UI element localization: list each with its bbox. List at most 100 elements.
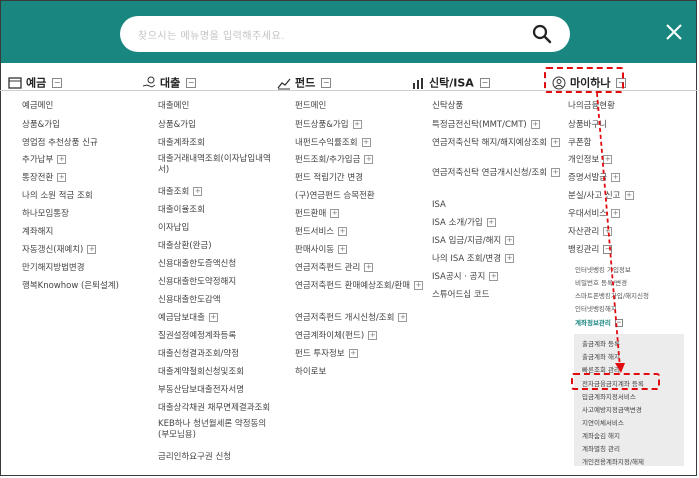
submenu-item[interactable]: 인터넷뱅킹해지 [575,303,617,313]
list-item[interactable]: 스튜어드십 코드 [432,290,489,301]
list-item[interactable]: 나의 ISA 조회/변경 + [432,254,515,265]
list-item[interactable]: 하나모임통장 [22,209,69,220]
expand-icon[interactable]: + [364,263,374,272]
expand-icon[interactable]: + [57,173,67,182]
expand-icon[interactable]: + [87,245,97,254]
submenu-item[interactable]: 스마트폰뱅킹가입/해지신청 [575,290,649,300]
expand-icon[interactable]: + [330,209,340,218]
expand-icon[interactable]: + [398,313,408,322]
search-input[interactable]: 찾으시는 메뉴명을 입력해주세요. [120,16,570,52]
expand-icon[interactable]: + [348,349,358,358]
list-item[interactable]: 대출거래내역조회(이자납입내역서) [158,154,276,176]
expand-icon[interactable]: + [603,155,613,164]
list-item[interactable]: 하이로보 [295,367,326,378]
list-item[interactable]: 펀드환매 + [295,209,340,220]
list-item[interactable]: 내펀드수익률조회 + [295,138,371,149]
expand-icon[interactable]: + [603,227,613,236]
expand-icon[interactable]: + [486,218,496,227]
list-item[interactable]: 분실/사고 신고 + [568,191,634,202]
list-item[interactable]: 대출메인 [158,101,189,112]
list-item[interactable]: 나의 소원 적금 조회 [22,191,93,202]
list-item[interactable]: 상품바구니 [568,120,607,131]
expand-icon[interactable]: + [208,313,218,322]
list-item[interactable]: 나의금융현황 [568,101,615,112]
list-item[interactable]: 대출상각채권 채무면제결과조회 [158,403,270,414]
expand-icon[interactable]: + [352,120,362,129]
list-item[interactable]: 상품&가입 [22,120,60,131]
deposit-header[interactable]: 예금 − [8,72,63,90]
list-item[interactable]: 연금저축펀드 환매예상조회/환매 + [295,281,424,292]
list-item[interactable]: 예금담보대출 + [158,313,218,324]
list-item[interactable]: 예금메인 [22,101,53,112]
submenu-item[interactable]: 인터넷뱅킹 가입정보 [575,264,631,274]
expand-icon[interactable]: + [338,227,348,236]
submenu-item[interactable]: 출금계좌 등록 [582,338,620,348]
list-item[interactable]: 대출조회 + [158,187,203,198]
expand-icon[interactable]: + [57,155,67,164]
list-item[interactable]: 대출이율조회 [158,205,205,216]
expand-icon[interactable]: + [530,120,540,129]
list-item[interactable]: 펀드조회/추가입금 + [295,155,374,166]
list-item[interactable]: 펀드상품&가입 + [295,120,362,131]
list-item[interactable]: ISA [432,200,446,211]
collapse-icon[interactable]: − [186,77,197,88]
list-item[interactable]: 자동갱신(재예치) + [22,245,97,256]
expand-icon[interactable]: + [611,173,621,182]
list-item[interactable]: 만기해지방법변경 [22,263,85,274]
submenu-item[interactable]: 계좌별칭 관리 [582,443,620,453]
list-item[interactable]: 펀드메인 [295,101,326,112]
list-item[interactable]: 증명서발급 + [568,173,621,184]
collapse-icon[interactable]: − [614,319,623,327]
submenu-item[interactable]: 사고예방지정금액변경 [582,404,642,414]
expand-icon[interactable]: + [193,187,203,196]
expand-icon[interactable]: + [611,209,621,218]
collapse-icon[interactable]: − [321,77,332,88]
list-item[interactable]: 개인정보 + [568,155,613,166]
list-item[interactable]: 자산관리 + [568,227,613,238]
list-item[interactable]: 펀드서비스 + [295,227,348,238]
expand-icon[interactable]: + [368,331,378,340]
list-item[interactable]: 금리인하요구권 신청 [158,452,231,463]
list-item[interactable]: 대출계좌조회 [158,138,205,149]
submenu-item[interactable]: 개인전용계좌지정/해제 [582,456,644,466]
submenu-item[interactable]: 계좌숨김 해지 [582,430,620,440]
list-item[interactable]: 신용대출한도감액 [158,295,221,306]
list-item[interactable]: 이자납입 [158,223,189,234]
list-item[interactable]: ISA 소개/가입 + [432,218,496,229]
list-item[interactable]: 연금저축신탁 연금개시신청/조회 + [432,168,561,179]
list-item[interactable]: 특정금전신탁(MMT/CMT) + [432,120,540,131]
submenu-item[interactable]: 출금계좌 해지 [582,351,620,361]
list-item[interactable]: 통장전환 + [22,173,67,184]
list-item[interactable]: 판매사이동 + [295,245,348,256]
list-item[interactable]: 신용대출한도약정해지 [158,277,236,288]
close-icon[interactable] [664,22,684,42]
list-item[interactable]: 추가납부 + [22,155,67,166]
expand-icon[interactable]: + [361,138,371,147]
expand-icon[interactable]: + [551,168,561,177]
expand-icon[interactable]: + [414,281,424,290]
expand-icon[interactable]: + [505,236,515,245]
expand-icon[interactable]: + [338,245,348,254]
list-item[interactable]: KEB하나 청년월세론 약정동의(부모님용) [158,419,276,441]
fund-header[interactable]: 펀드 − [277,72,332,90]
loan-header[interactable]: 대출 − [142,72,197,90]
submenu-item[interactable]: 지연이체서비스 [582,417,624,427]
expand-icon[interactable]: + [489,272,499,281]
submenu-item-account-info[interactable]: 계좌정보관리 − [575,317,623,327]
collapse-icon[interactable]: − [479,77,490,88]
list-item[interactable]: 연금저축펀드 개시신청/조회 + [295,313,408,324]
expand-icon[interactable]: + [364,155,374,164]
collapse-icon[interactable]: − [52,77,63,88]
collapse-icon[interactable]: − [603,245,613,254]
list-item[interactable]: ISA공시 · 공지 + [432,272,499,283]
expand-icon[interactable]: + [551,138,561,147]
list-item[interactable]: 상품&가입 [158,120,196,131]
list-item[interactable]: 대출신청결과조회/약정 [158,349,239,360]
list-item[interactable]: 펀드 투자정보 + [295,349,358,360]
list-item[interactable]: 부동산담보대출전자서명 [158,385,244,396]
expand-icon[interactable]: + [505,254,515,263]
list-item[interactable]: 계좌해지 [22,227,53,238]
list-item[interactable]: 신탁상품 [432,101,463,112]
list-item[interactable]: 대출계약철회신청및조회 [158,367,244,378]
list-item[interactable]: 대출상환(완금) [158,241,212,252]
